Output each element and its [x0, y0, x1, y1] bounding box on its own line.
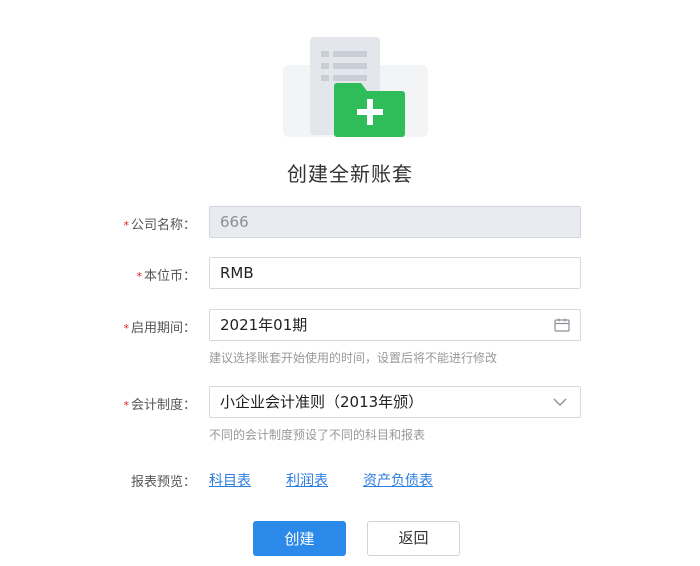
required-mark: * [123, 219, 129, 232]
link-account-chart[interactable]: 科目表 [209, 470, 251, 490]
new-ledger-illustration-icon [283, 37, 428, 137]
accounting-system-hint: 不同的会计制度预设了不同的科目和报表 [209, 428, 426, 442]
chevron-down-icon[interactable] [552, 396, 568, 408]
currency-input[interactable]: RMB [209, 257, 581, 289]
accounting-system-label: * 会计制度： [123, 398, 196, 413]
back-button[interactable]: 返回 [367, 521, 460, 556]
currency-label: * 本位币： [136, 269, 196, 284]
required-mark: * [123, 322, 129, 335]
accounting-system-value: 小企业会计准则（2013年颁） [220, 393, 424, 411]
start-period-hint: 建议选择账套开始使用的时间，设置后将不能进行修改 [209, 351, 498, 365]
currency-value: RMB [220, 264, 254, 282]
company-name-field: 666 [209, 206, 581, 238]
start-period-picker[interactable]: 2021年01期 [209, 309, 581, 341]
calendar-icon[interactable] [554, 318, 570, 332]
company-name-value: 666 [220, 213, 249, 231]
accounting-system-select[interactable]: 小企业会计准则（2013年颁） [209, 386, 581, 418]
page-title: 创建全新账套 [287, 162, 413, 186]
start-period-label: * 启用期间： [123, 321, 196, 336]
start-period-value: 2021年01期 [220, 316, 308, 334]
company-name-label: * 公司名称： [123, 218, 196, 233]
required-mark: * [136, 270, 142, 283]
link-balance-sheet[interactable]: 资产负债表 [363, 470, 433, 490]
create-button[interactable]: 创建 [253, 521, 346, 556]
required-mark: * [123, 399, 129, 412]
report-preview-label: 报表预览： [130, 475, 196, 490]
link-income-statement[interactable]: 利润表 [286, 470, 328, 490]
